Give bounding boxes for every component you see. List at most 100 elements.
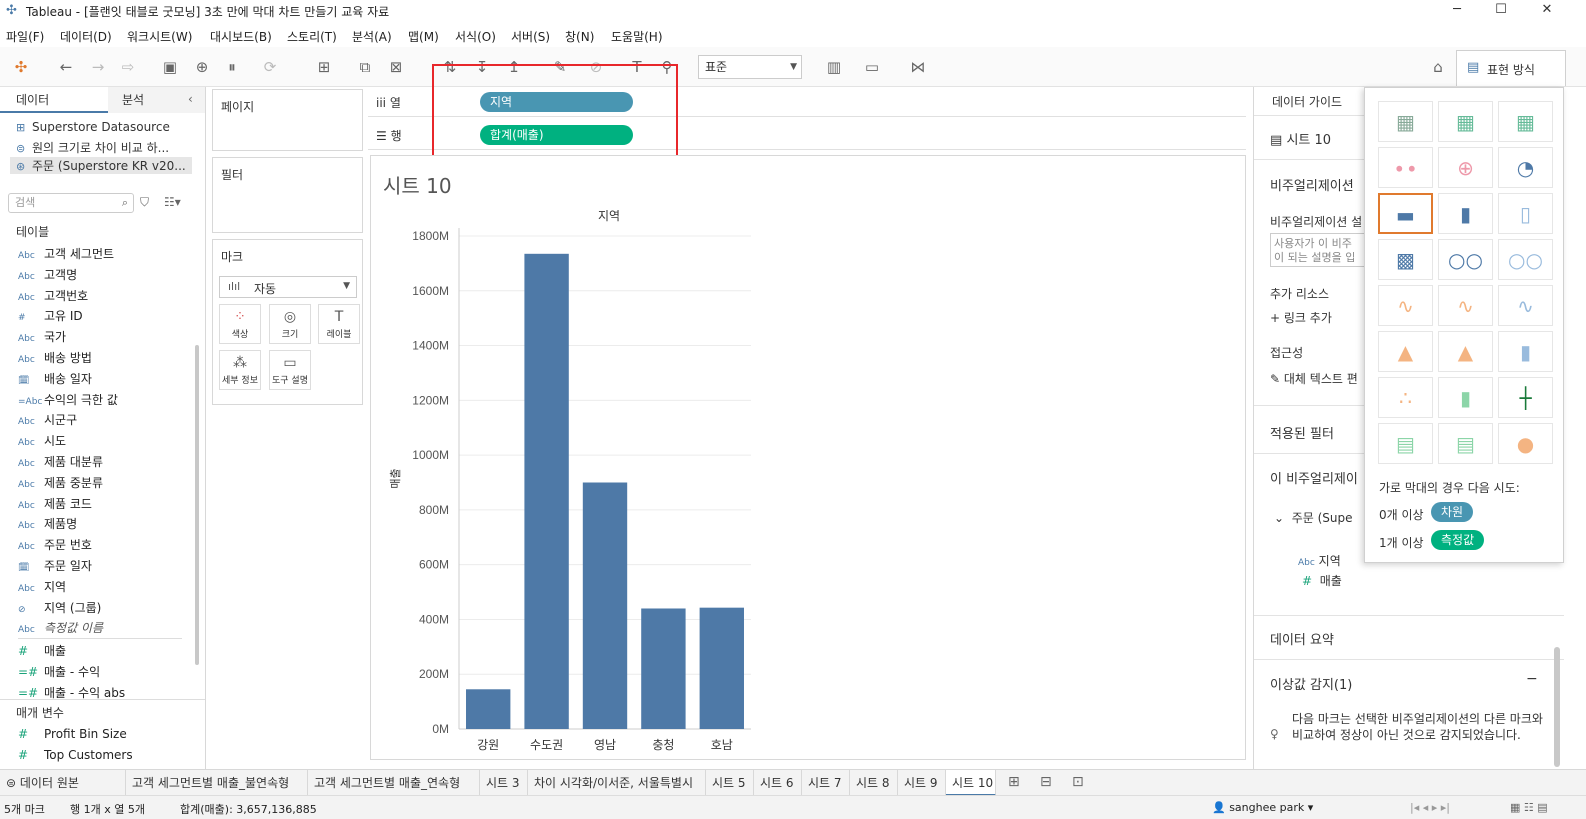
showme-chart-option[interactable]: ⊕ [1438, 147, 1493, 188]
clear-sheet-icon[interactable]: ⊠ [386, 57, 406, 77]
showme-chart-option[interactable]: ▲ [1378, 331, 1433, 372]
presentation-icon[interactable]: ▭ [862, 57, 882, 77]
filters-card[interactable]: 필터 [212, 157, 363, 233]
field-item[interactable]: ⊘ 지역 (그룹) [18, 599, 101, 619]
showme-chart-option[interactable]: ▦ [1378, 101, 1433, 142]
label-button[interactable]: T 레이블 [318, 304, 360, 344]
menu-worksheet[interactable]: 워크시트(W) [127, 28, 192, 45]
maximize-icon[interactable]: ☐ [1486, 2, 1516, 20]
sheet-nav-icons[interactable]: |◂ ◂ ▸ ▸| [1410, 801, 1450, 814]
user-menu[interactable]: 👤 sanghee park ▾ [1212, 801, 1313, 814]
showme-chart-option[interactable]: ◔ [1498, 147, 1553, 188]
alt-text-button[interactable]: ✎ 대체 텍스트 편 [1270, 370, 1358, 387]
view-toggle-icons[interactable]: ▦ ☷ ▤ [1510, 801, 1548, 814]
new-dashboard-tab-icon[interactable]: ⊟ [1040, 774, 1052, 790]
sheet-tab[interactable]: 시트 6 [754, 770, 802, 796]
datasource-item[interactable]: ⊜ 원의 크기로 차이 비교 하... [16, 139, 169, 156]
search-input[interactable]: 검색 ⌕ [8, 193, 134, 213]
measure-item[interactable]: # 매출 [18, 642, 66, 662]
menu-story[interactable]: 스토리(T) [287, 28, 337, 45]
showme-chart-option[interactable]: ∙∙ [1378, 147, 1433, 188]
field-item[interactable]: Abc 고객 세그먼트 [18, 245, 114, 265]
filter-icon[interactable]: ⛉ [140, 195, 149, 210]
collapse-outliers-icon[interactable]: − [1526, 671, 1538, 687]
menu-file[interactable]: 파일(F) [6, 28, 44, 45]
show-cards-icon[interactable]: ▥ [824, 57, 844, 77]
pages-card[interactable]: 페이지 [212, 89, 363, 151]
showme-chart-option[interactable]: ▤ [1378, 423, 1433, 464]
color-button[interactable]: ⁘ 색상 [219, 304, 261, 344]
showme-horizontal-bar-option[interactable]: ▬ [1378, 193, 1433, 234]
sheet-tab[interactable]: 고객 세그먼트별 매출_연속형 [308, 770, 480, 796]
format-painter-icon[interactable]: ⌂ [1428, 57, 1448, 77]
sheet-tab[interactable]: 시트 9 [898, 770, 946, 796]
tooltip-button[interactable]: ▭ 도구 설명 [269, 350, 311, 390]
field-item[interactable]: Abc 제품 중분류 [18, 474, 103, 494]
field-item[interactable]: Abc 고객명 [18, 266, 77, 286]
measure-item[interactable]: =# 매출 - 수익 [18, 663, 100, 683]
menu-map[interactable]: 맵(M) [408, 28, 439, 45]
minimize-icon[interactable]: ─ [1442, 2, 1472, 20]
field-item[interactable]: =Abc 수익의 극한 값 [18, 391, 118, 411]
measure-item[interactable]: =# 매출 - 수익 abs [18, 684, 125, 704]
field-item[interactable]: Abc 주문 번호 [18, 536, 92, 556]
showme-chart-option[interactable]: ∿ [1438, 285, 1493, 326]
field-item[interactable]: Abc 시군구 [18, 411, 77, 431]
share-icon[interactable]: ⋈ [908, 57, 928, 77]
sheet-tab[interactable]: 고객 세그먼트별 매출_불연속형 [126, 770, 308, 796]
showme-chart-option[interactable]: ∿ [1378, 285, 1433, 326]
field-item[interactable]: Abc 제품 대분류 [18, 453, 103, 473]
datasource-expander[interactable]: ⌄ 주문 (Supe [1274, 509, 1353, 526]
parameter-item[interactable]: # Profit Bin Size [18, 727, 127, 747]
showme-chart-option[interactable]: ∿ [1498, 285, 1553, 326]
menu-server[interactable]: 서버(S) [511, 28, 550, 45]
fit-select[interactable]: 표준 ▼ [698, 55, 802, 79]
menu-help[interactable]: 도움말(H) [611, 28, 663, 45]
sheet-tab[interactable]: 차이 시각화/이서준, 서울특별시 [528, 770, 706, 796]
save-icon[interactable]: ▣ [160, 57, 180, 77]
scrollbar[interactable] [1554, 647, 1560, 767]
detail-button[interactable]: ⁂ 세부 정보 [219, 350, 261, 390]
field-item[interactable]: Abc 배송 방법 [18, 349, 92, 369]
showme-chart-option[interactable]: ▮ [1438, 377, 1493, 418]
undo-icon[interactable]: ← [56, 57, 76, 77]
field-item[interactable]: # 고유 ID [18, 307, 83, 327]
sheet-tab[interactable]: 시트 7 [802, 770, 850, 796]
showme-chart-option[interactable]: ▯ [1498, 193, 1553, 234]
tableau-home-icon[interactable]: ✣ [11, 57, 31, 77]
collapse-icon[interactable]: ‹ [188, 92, 193, 106]
menu-dashboard[interactable]: 대시보드(B) [210, 28, 272, 45]
field-item[interactable]: Abc 측정값 이름 [18, 619, 103, 639]
datasource-item-active[interactable]: ⊛ 주문 (Superstore KR v20... [10, 157, 192, 174]
parameter-item[interactable]: # Top Customers [18, 748, 133, 768]
duplicate-icon[interactable]: ⧉ [355, 57, 375, 77]
size-button[interactable]: ◎ 크기 [269, 304, 311, 344]
field-item[interactable]: Abc 제품 코드 [18, 495, 92, 515]
showme-chart-option[interactable]: ∴ [1378, 377, 1433, 418]
tab-datasource[interactable]: ⊜ 데이터 원본 [0, 770, 126, 796]
menu-data[interactable]: 데이터(D) [60, 28, 112, 45]
showme-chart-option[interactable]: ○○ [1498, 239, 1553, 280]
showme-chart-option[interactable]: ○○ [1438, 239, 1493, 280]
new-story-tab-icon[interactable]: ⊡ [1072, 774, 1084, 790]
field-item[interactable]: Abc 지역 [18, 578, 66, 598]
mark-type-select[interactable]: ılıl 자동 ▼ [219, 276, 357, 298]
close-icon[interactable]: ✕ [1532, 2, 1562, 20]
scrollbar[interactable] [195, 345, 199, 665]
new-datasource-icon[interactable]: ⊕ [192, 57, 212, 77]
sheet-tab[interactable]: 시트 10 [946, 770, 996, 796]
replay-icon[interactable]: ⇨ [118, 57, 138, 77]
tab-data[interactable]: 데이터 [0, 87, 108, 113]
showme-chart-option[interactable]: ▮ [1438, 193, 1493, 234]
showme-chart-option[interactable]: ┼ [1498, 377, 1553, 418]
showme-chart-option[interactable]: ▩ [1378, 239, 1433, 280]
pause-updates-icon[interactable]: ⏸ [222, 57, 242, 77]
field-item[interactable]: Abc 시도 [18, 432, 66, 452]
field-item[interactable]: Abc 제품명 [18, 515, 77, 535]
showme-chart-option[interactable]: ● [1498, 423, 1553, 464]
add-link-button[interactable]: + 링크 추가 [1270, 309, 1332, 326]
datasource-item[interactable]: ⊞ Superstore Datasource [16, 120, 170, 134]
field-item[interactable]: 🗓 주문 일자 [18, 557, 92, 577]
showme-chart-option[interactable]: ▲ [1438, 331, 1493, 372]
sheet-tab[interactable]: 시트 8 [850, 770, 898, 796]
